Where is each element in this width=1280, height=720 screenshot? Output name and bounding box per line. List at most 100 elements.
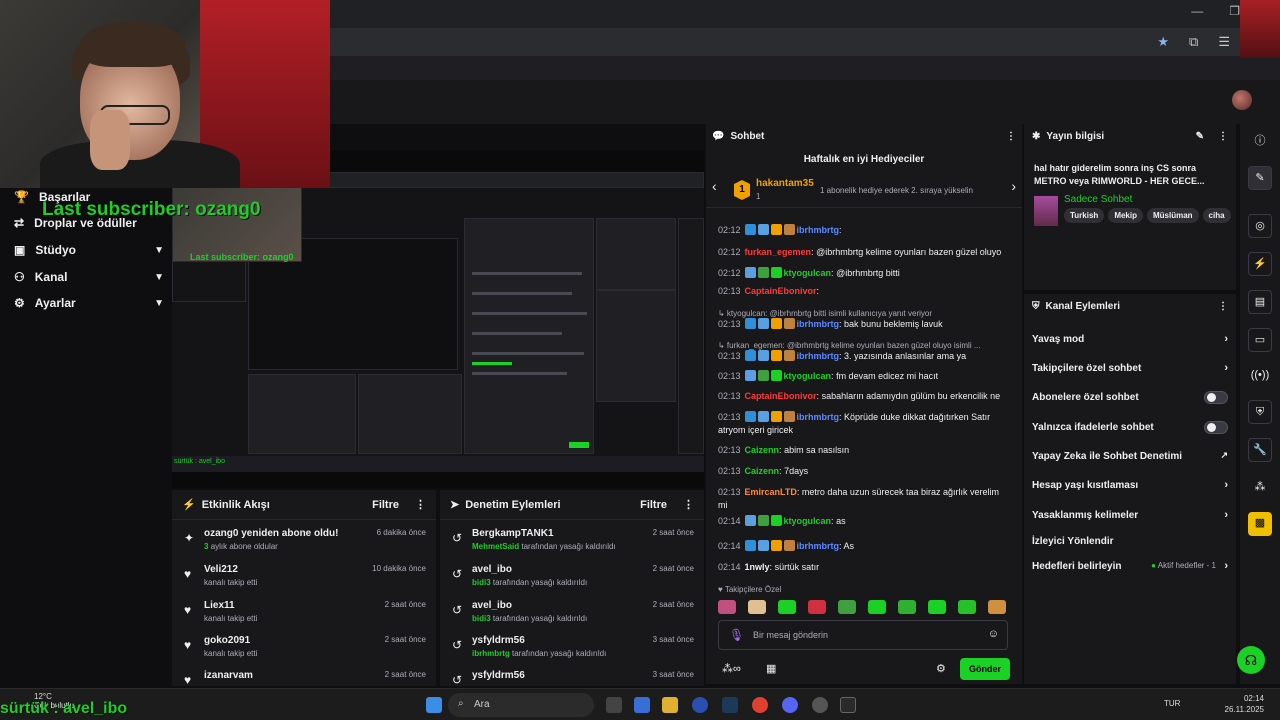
tag[interactable]: ciha bbox=[1202, 208, 1231, 223]
chat-badge-icon[interactable] bbox=[770, 411, 782, 422]
list-item[interactable]: ↺ ysfyldrm56 3 saat önce bbox=[440, 668, 704, 686]
action-account-age[interactable]: Hesap yaşı kısıtlaması › bbox=[1032, 479, 1228, 491]
message-username[interactable]: ibrhmbrtg bbox=[797, 319, 840, 329]
list-item[interactable]: ↺ avel_ibo bidi3 tarafından yasağı kaldı… bbox=[440, 562, 704, 598]
chat-message[interactable]: 02:13 CaptainEbonivor: sabahların adamıyd… bbox=[718, 390, 1010, 403]
chat-badge-icon[interactable] bbox=[783, 540, 795, 551]
chevron-right-icon[interactable]: › bbox=[1011, 178, 1016, 194]
emote[interactable] bbox=[988, 600, 1006, 614]
filter-button[interactable]: Filtre bbox=[372, 499, 399, 511]
more-icon[interactable]: ⋮ bbox=[1006, 131, 1016, 142]
action-banned-words[interactable]: Yasaklanmış kelimeler › bbox=[1032, 509, 1228, 521]
chat-badge-icon[interactable] bbox=[783, 411, 795, 422]
chat-badge-icon[interactable] bbox=[757, 411, 769, 422]
more-icon[interactable]: ⋮ bbox=[683, 498, 694, 511]
chat-badge-icon[interactable] bbox=[757, 224, 769, 235]
emote[interactable] bbox=[838, 600, 856, 614]
category-name[interactable]: Sadece Sohbet bbox=[1064, 194, 1132, 205]
message-username[interactable]: ktyogulcan bbox=[784, 268, 832, 278]
list-item[interactable]: ♥ goko2091 kanalı takip etti 2 saat önce bbox=[172, 633, 436, 669]
steam-icon[interactable] bbox=[722, 697, 738, 713]
chat-message[interactable]: 02:13 EmircanLTD: metro daha uzun sürecek… bbox=[718, 486, 1010, 512]
action-emote-only[interactable]: Yalnızca ifadelerle sohbet bbox=[1032, 421, 1228, 434]
more-icon[interactable]: ⋮ bbox=[415, 498, 426, 511]
chat-badge-icon[interactable] bbox=[744, 224, 756, 235]
chat-message[interactable]: 02:14 ibrhmbrtg: As bbox=[718, 540, 1010, 553]
nav-item-settings[interactable]: ⚙ Ayarlar ▼ bbox=[14, 296, 164, 310]
chat-message[interactable]: 02:13 ktyogulcan: fm devam edicez mi hacı… bbox=[718, 370, 1010, 383]
chat-message[interactable]: 02:13 CaptainEbonivor: bbox=[718, 285, 1010, 298]
epic-games-icon[interactable] bbox=[840, 697, 856, 713]
chat-badge-icon[interactable] bbox=[757, 318, 769, 329]
message-username[interactable]: CaptainEbonivor bbox=[745, 391, 817, 401]
info-icon[interactable]: ⓘ bbox=[1248, 130, 1272, 154]
app-icon[interactable] bbox=[692, 697, 708, 713]
action-raid[interactable]: İzleyici Yönlendir bbox=[1032, 536, 1228, 547]
chat-badge-icon[interactable] bbox=[770, 350, 782, 361]
chat-badge-icon[interactable] bbox=[770, 224, 782, 235]
chat-input[interactable]: 🎙 Bir mesaj gönderin ☺ bbox=[718, 620, 1008, 650]
chat-message[interactable]: 02:14 1nwly: sürtük satır bbox=[718, 561, 1010, 574]
emote[interactable] bbox=[868, 600, 886, 614]
chat-badge-icon[interactable] bbox=[770, 370, 782, 381]
store-icon[interactable]: ▦ bbox=[766, 662, 776, 675]
emote[interactable] bbox=[928, 600, 946, 614]
tag[interactable]: Mekip bbox=[1108, 208, 1143, 223]
wrench-icon[interactable]: 🔧 bbox=[1248, 438, 1272, 462]
message-username[interactable]: ibrhmbrtg bbox=[797, 412, 840, 422]
chat-badge-icon[interactable] bbox=[744, 515, 756, 526]
nav-item-channel[interactable]: ⚇ Kanal ▼ bbox=[14, 270, 164, 284]
chat-badge-icon[interactable] bbox=[744, 540, 756, 551]
extensions-icon[interactable]: ⁂ bbox=[1248, 476, 1272, 500]
more-icon[interactable]: ⋮ bbox=[1218, 301, 1228, 312]
more-icon[interactable]: ⋮ bbox=[1218, 131, 1228, 142]
message-username[interactable]: 1nwly bbox=[745, 562, 770, 572]
action-goals[interactable]: Hedefleri belirleyin ● Aktif hedefler - 1… bbox=[1032, 560, 1228, 572]
list-item[interactable]: ↺ avel_ibo bidi3 tarafından yasağı kaldı… bbox=[440, 598, 704, 634]
extensions-icon[interactable]: ⧉ bbox=[1189, 34, 1198, 50]
chat-badge-icon[interactable] bbox=[757, 370, 769, 381]
target-icon[interactable]: ◎ bbox=[1248, 214, 1272, 238]
chat-message[interactable]: 02:13 Caizenn: 7days bbox=[718, 465, 1010, 478]
restore-icon[interactable]: ❐ bbox=[1229, 4, 1240, 18]
chat-badge-icon[interactable] bbox=[744, 318, 756, 329]
language-indicator[interactable]: TUR bbox=[1164, 699, 1180, 708]
chat-bubble-icon[interactable]: ▭ bbox=[1248, 328, 1272, 352]
list-item[interactable]: ↺ BergkampTANK1 MehmetSaid tarafından ya… bbox=[440, 526, 704, 562]
broadcast-icon[interactable]: ((•)) bbox=[1248, 364, 1272, 388]
action-slow-mode[interactable]: Yavaş mod › bbox=[1032, 333, 1228, 345]
taskbar-search[interactable]: ⌕ Ara bbox=[448, 693, 594, 717]
chat-message[interactable]: 02:12 ibrhmbrtg: bbox=[718, 224, 1010, 237]
pencil-icon[interactable]: ✎ bbox=[1248, 166, 1272, 190]
send-button[interactable]: Gönder bbox=[960, 658, 1010, 680]
gift-user[interactable]: hakantam35 bbox=[756, 178, 814, 189]
calculator-icon[interactable] bbox=[634, 697, 650, 713]
system-clock[interactable]: 02:14 26.11.2025 bbox=[1225, 693, 1264, 715]
message-username[interactable]: ktyogulcan bbox=[784, 516, 832, 526]
chat-badge-icon[interactable] bbox=[770, 318, 782, 329]
action-subscriber-chat[interactable]: Abonelere özel sohbet bbox=[1032, 391, 1228, 404]
points-icon[interactable]: ⁂∞ bbox=[722, 662, 741, 675]
document-icon[interactable]: ▤ bbox=[1248, 290, 1272, 314]
avatar[interactable] bbox=[1232, 90, 1252, 110]
minimize-icon[interactable]: — bbox=[1191, 4, 1203, 18]
discord-icon[interactable] bbox=[782, 697, 798, 713]
chat-message[interactable]: 02:14 ktyogulcan: as bbox=[718, 515, 1010, 528]
chat-message[interactable]: 02:13 ibrhmbrtg: 3. yazısında anlasınlar … bbox=[718, 350, 1010, 363]
chat-badge-icon[interactable] bbox=[744, 267, 756, 278]
chrome-icon[interactable] bbox=[752, 697, 768, 713]
shield-icon[interactable]: ⛨ bbox=[1248, 400, 1272, 424]
toggle-switch[interactable] bbox=[1204, 391, 1228, 404]
message-username[interactable]: ibrhmbrtg bbox=[797, 541, 840, 551]
mic-icon[interactable]: 🎙 bbox=[729, 628, 744, 642]
headset-icon[interactable]: ☊ bbox=[1237, 646, 1265, 674]
filter-button[interactable]: Filtre bbox=[640, 499, 667, 511]
chat-message[interactable]: 02:12 furkan_egemen: @ibrhmbrtg kelime oy… bbox=[718, 246, 1010, 259]
message-username[interactable]: furkan_egemen bbox=[745, 247, 812, 257]
nav-item-studio[interactable]: ▣ Stüdyo ▼ bbox=[14, 243, 164, 257]
browser-address-bar[interactable]: ★ ⧉ ☰ bbox=[330, 28, 1280, 56]
chat-message[interactable]: 02:13 ibrhmbrtg: bak bunu beklemiş lavuk bbox=[718, 318, 1010, 331]
chat-badge-icon[interactable] bbox=[783, 350, 795, 361]
emote[interactable] bbox=[778, 600, 796, 614]
chat-badge-icon[interactable] bbox=[757, 515, 769, 526]
